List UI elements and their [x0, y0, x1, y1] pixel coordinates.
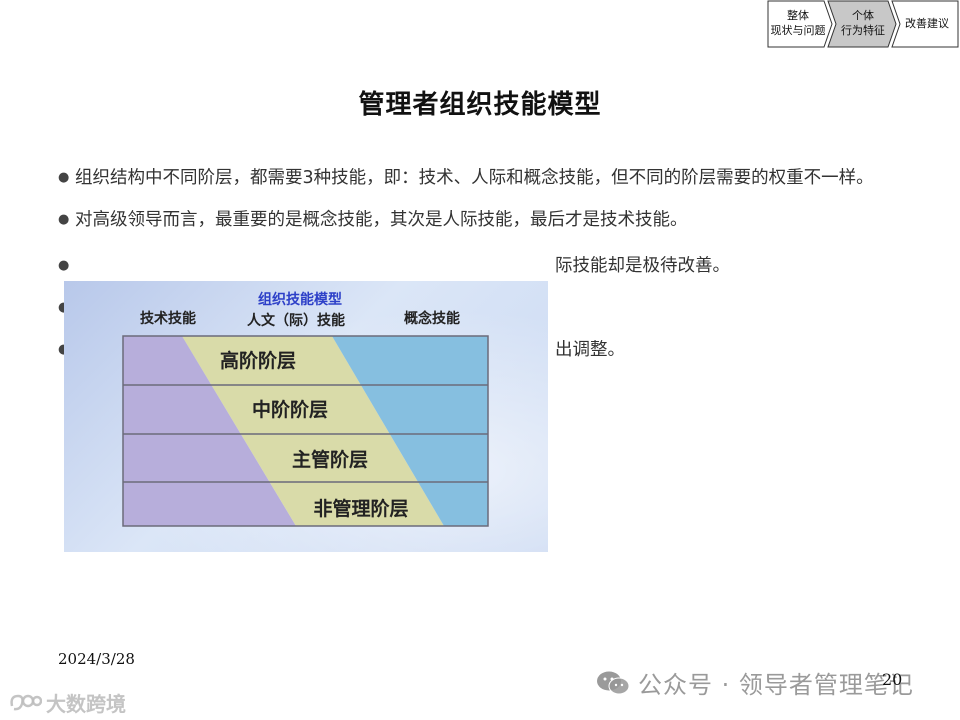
page-number: 20: [882, 670, 903, 689]
skills-model-figure: 组织技能模型 技术技能 人文（际）技能 概念技能 高阶阶层 中阶阶层 主管阶层 …: [64, 281, 548, 552]
bullet-item: ● 组织结构中不同阶层，都需要3种技能，即：技术、人际和概念技能，但不同的阶层需…: [58, 163, 908, 193]
slide-date: 2024/3/28: [58, 650, 135, 668]
watermark-text: 公众号 · 领导者管理笔记: [638, 671, 914, 699]
process-nav: 整体 现状与问题 个体 行为特征 改善建议: [764, 0, 960, 48]
brand-mark-icon: [10, 694, 42, 710]
brand-logo: 大数跨境: [8, 688, 126, 717]
level-label: 非管理阶层: [313, 497, 408, 520]
bullet-dot-icon: ●: [58, 170, 70, 185]
brand-logo-text: 大数跨境: [46, 692, 126, 716]
bullet-text: 对高级领导而言，最重要的是概念技能，其次是人际技能，最后才是技术技能。: [75, 210, 688, 230]
col-conceptual-label: 概念技能: [404, 310, 460, 327]
bullet-dot-icon: ●: [58, 212, 70, 227]
level-label: 中阶阶层: [252, 398, 328, 421]
level-label: 主管阶层: [292, 448, 368, 471]
col-human-label: 人文（际）技能: [247, 312, 345, 329]
bullet-text: 组织结构中不同阶层，都需要3种技能，即：技术、人际和概念技能，但不同的阶层需要的…: [75, 168, 874, 188]
level-label: 高阶阶层: [220, 349, 296, 372]
slide-title: 管理者组织技能模型: [358, 90, 602, 120]
bullet-text: 际技能却是极待改善。: [555, 256, 730, 276]
nav-step-2-line1: 个体: [852, 8, 874, 22]
nav-step-1-line1: 整体: [787, 8, 809, 22]
wechat-icon: [597, 671, 630, 694]
nav-step-2-line2: 行为特征: [841, 23, 885, 37]
process-chevrons: 整体 现状与问题 个体 行为特征 改善建议: [767, 0, 959, 48]
bullet-dot-icon: ●: [58, 258, 70, 273]
bullet-item: ● 际技能却是极待改善。: [58, 251, 908, 281]
nav-step-1-line2: 现状与问题: [771, 23, 826, 37]
figure-title: 组织技能模型: [258, 291, 342, 308]
bullet-item: ● 对高级领导而言，最重要的是概念技能，其次是人际技能，最后才是技术技能。: [58, 205, 908, 235]
nav-step-3-label: 改善建议: [905, 16, 949, 30]
col-technical-label: 技术技能: [140, 310, 196, 327]
skills-model-diagram: 组织技能模型 技术技能 人文（际）技能 概念技能 高阶阶层 中阶阶层 主管阶层 …: [122, 291, 489, 527]
wechat-watermark: 公众号 · 领导者管理笔记: [596, 665, 914, 700]
